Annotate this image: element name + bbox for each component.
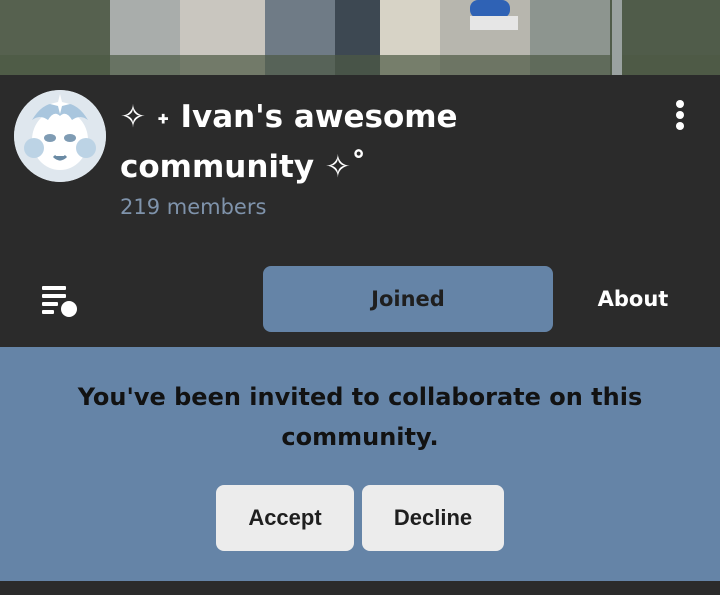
community-title: ✧ ˖ Ivan's awesome community ✧˚ xyxy=(120,92,640,192)
kebab-icon[interactable] xyxy=(664,98,696,132)
community-avatar[interactable] xyxy=(14,90,106,182)
tab-about[interactable]: About xyxy=(580,266,686,332)
queue-list-icon[interactable] xyxy=(40,284,80,318)
invite-message: You've been invited to collaborate on th… xyxy=(77,383,643,451)
avatar-image xyxy=(14,90,106,182)
community-title-line1: ✧ ˖ Ivan's awesome xyxy=(120,99,458,135)
tab-joined[interactable]: Joined xyxy=(263,266,553,332)
invite-panel: You've been invited to collaborate on th… xyxy=(0,347,720,581)
member-count[interactable]: 219 members xyxy=(120,195,266,219)
queue-list-glyph xyxy=(42,286,77,317)
content-divider xyxy=(0,581,720,595)
community-title-line2: community ✧˚ xyxy=(120,149,367,185)
accept-button[interactable]: Accept xyxy=(216,485,354,551)
decline-button[interactable]: Decline xyxy=(362,485,504,551)
banner-photo xyxy=(0,0,720,75)
community-banner xyxy=(0,0,720,75)
